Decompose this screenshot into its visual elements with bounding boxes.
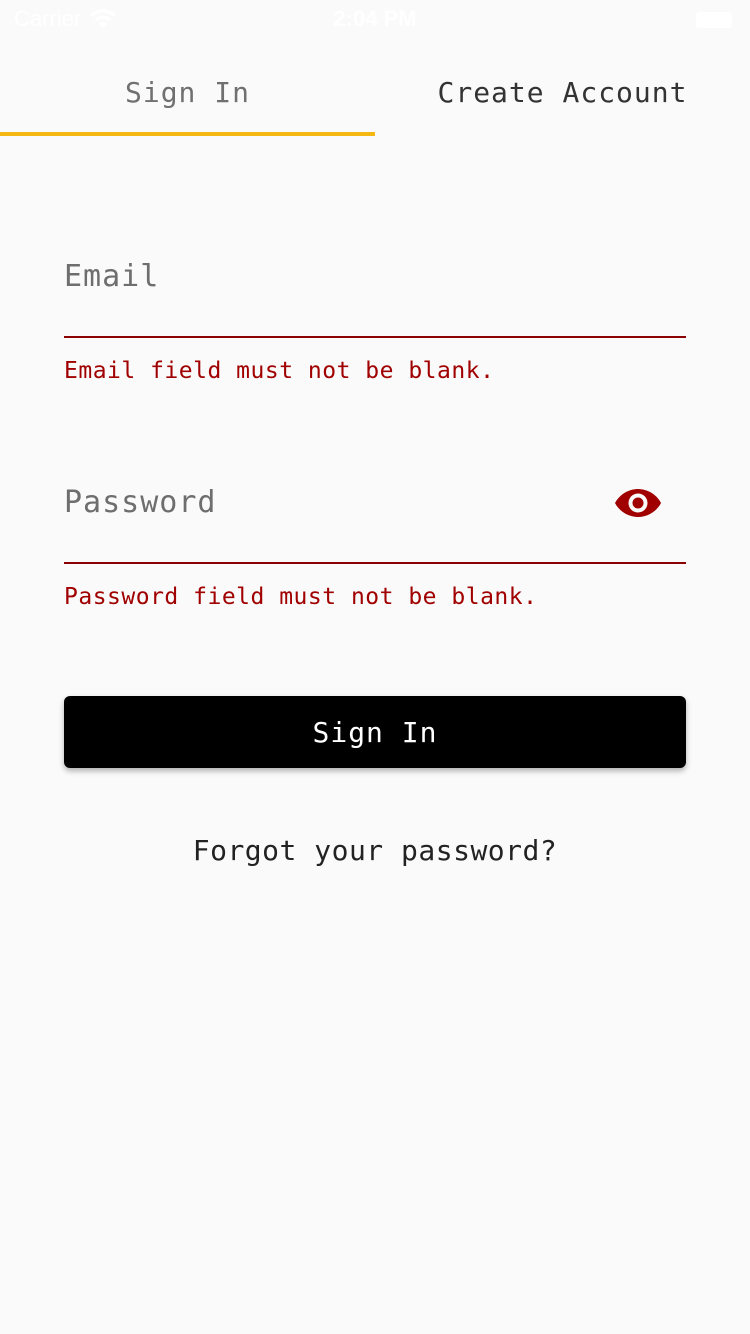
email-field-container xyxy=(64,238,686,338)
email-error-text: Email field must not be blank. xyxy=(64,358,495,384)
password-field[interactable] xyxy=(64,464,624,540)
email-field-group: Email field must not be blank. xyxy=(64,238,686,384)
password-field-container xyxy=(64,464,686,564)
password-error-text: Password field must not be blank. xyxy=(64,584,538,610)
forgot-password-link[interactable]: Forgot your password? xyxy=(0,834,750,867)
tab-create-account-label: Create Account xyxy=(437,75,688,109)
sign-in-screen: Carrier 2:04 PM Sign In Create Account E… xyxy=(0,0,750,1334)
auth-tabs: Sign In Create Account xyxy=(0,48,750,136)
status-time: 2:04 PM xyxy=(333,6,417,31)
sign-in-button[interactable]: Sign In xyxy=(64,696,686,768)
tab-sign-in[interactable]: Sign In xyxy=(0,48,375,136)
status-bar: Carrier 2:04 PM xyxy=(0,0,750,40)
tab-create-account[interactable]: Create Account xyxy=(375,48,750,136)
eye-icon[interactable] xyxy=(614,486,662,520)
tab-sign-in-label: Sign In xyxy=(124,75,250,109)
battery-icon xyxy=(696,12,732,28)
email-field[interactable] xyxy=(64,238,624,314)
password-field-group: Password field must not be blank. xyxy=(64,464,686,610)
active-tab-indicator xyxy=(0,132,375,136)
